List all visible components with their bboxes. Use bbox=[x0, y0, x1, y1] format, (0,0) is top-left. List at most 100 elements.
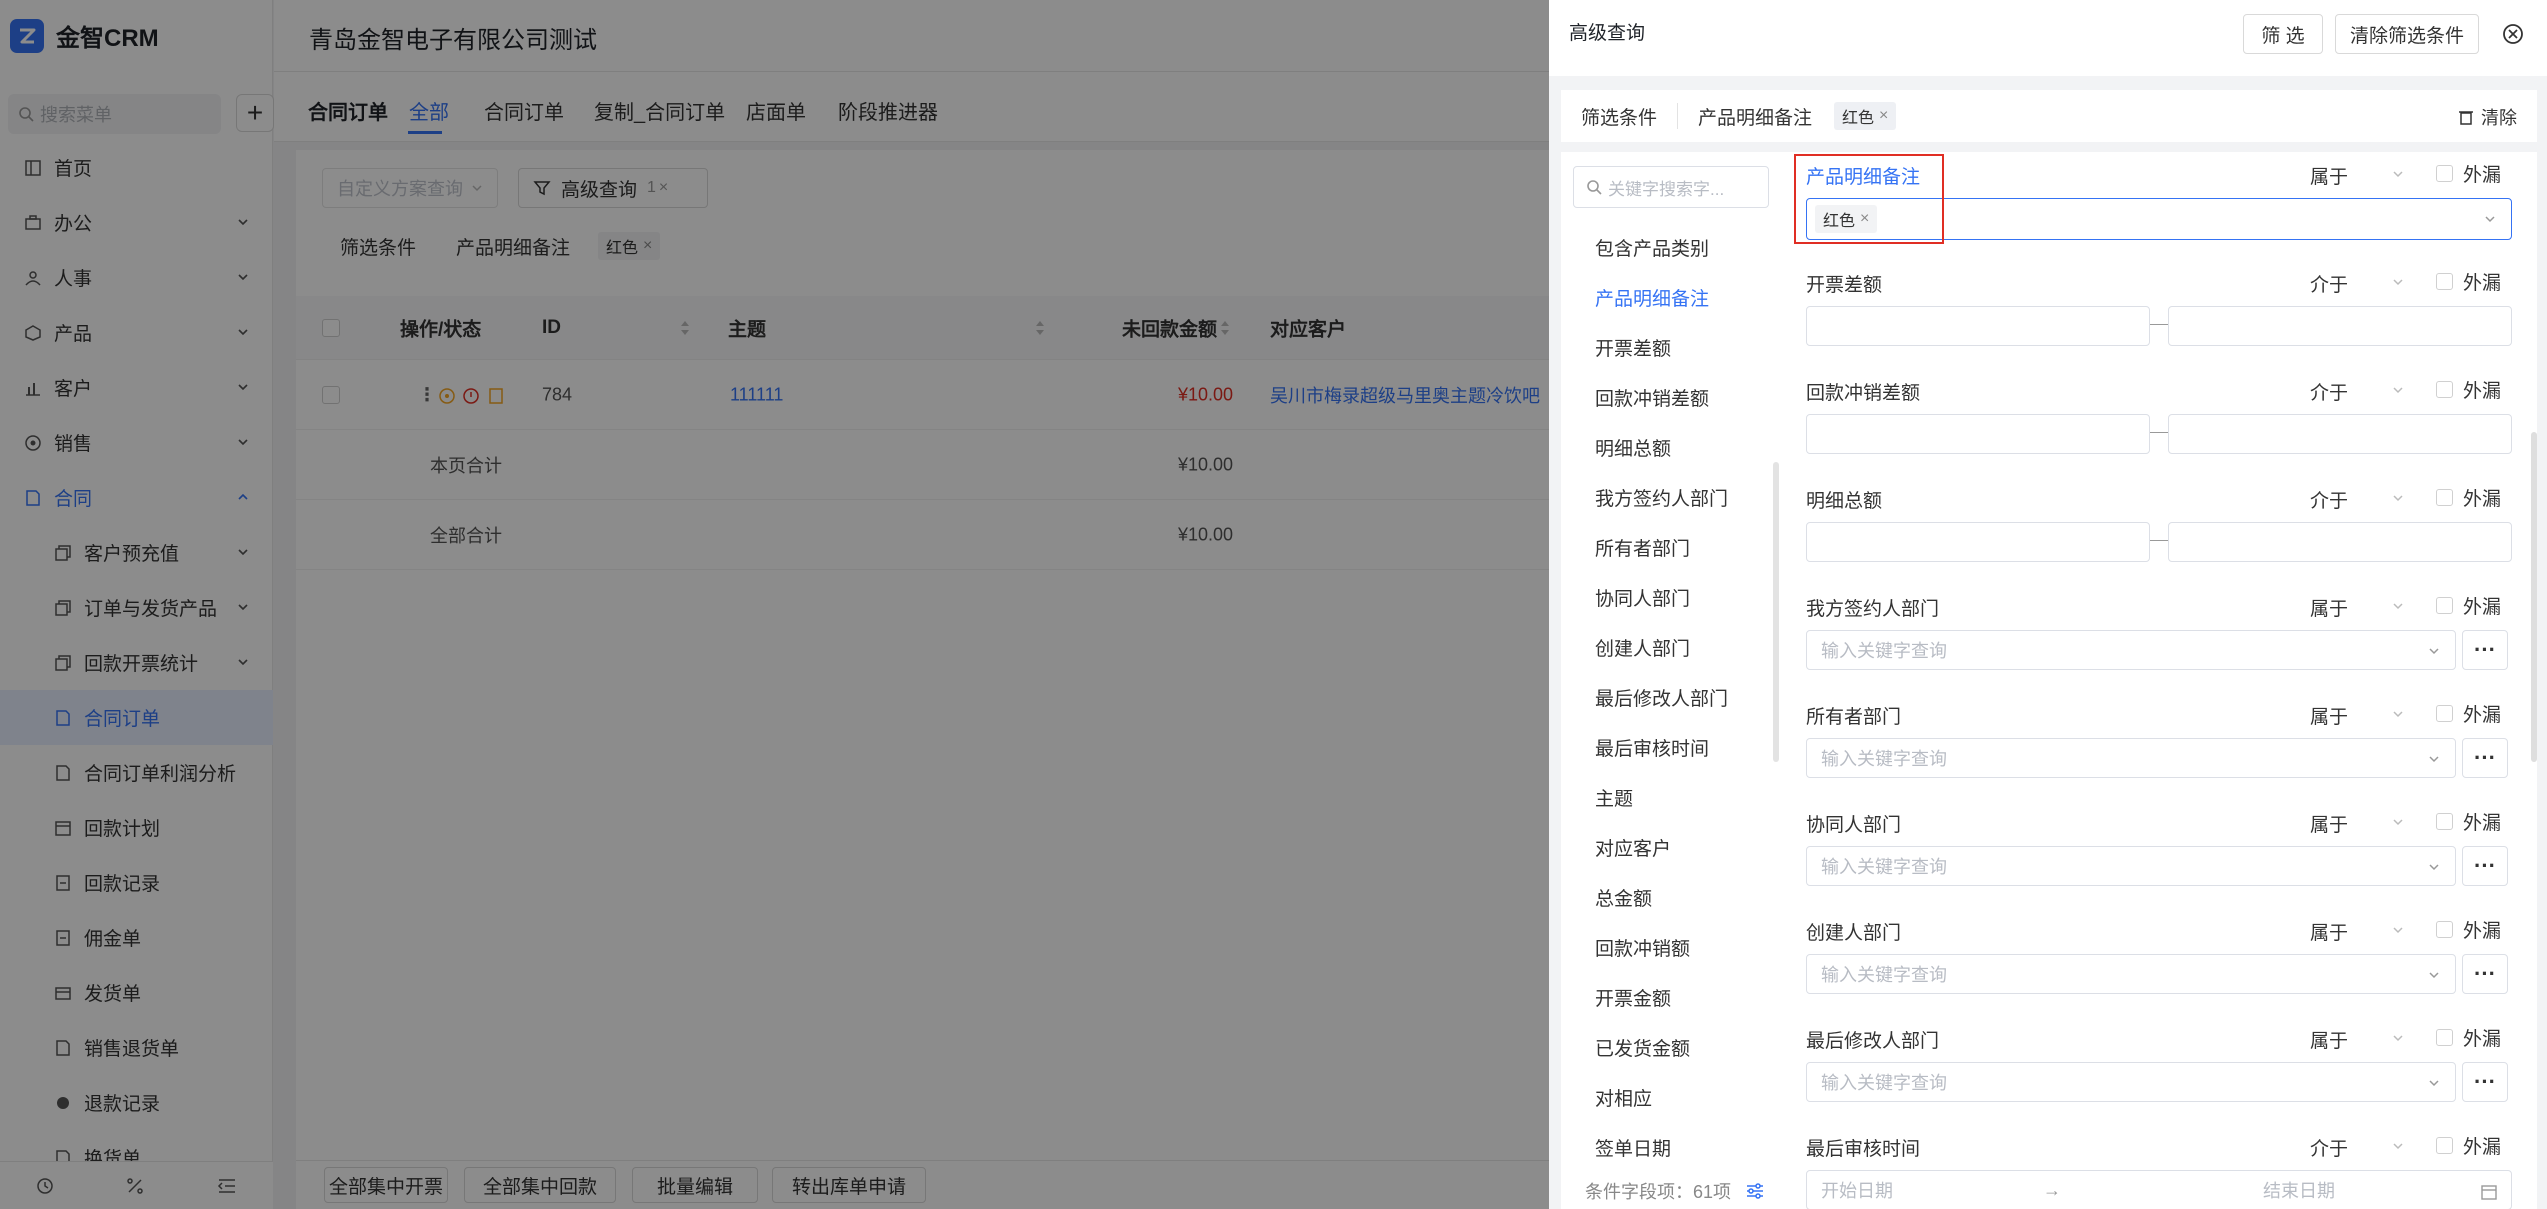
operator-select[interactable]: 介于 bbox=[2310, 1134, 2410, 1161]
field-item[interactable]: 包含产品类别 bbox=[1561, 222, 1791, 272]
chevron-down-icon bbox=[2393, 711, 2403, 718]
range-min-input[interactable] bbox=[1806, 522, 2150, 562]
operator-value: 属于 bbox=[2310, 167, 2349, 188]
field-item[interactable]: 回款冲销差额 bbox=[1561, 372, 1791, 422]
operator-select[interactable]: 属于 bbox=[2310, 162, 2410, 189]
operator-select[interactable]: 属于 bbox=[2310, 594, 2410, 621]
field-item[interactable]: 已发货金额 bbox=[1561, 1022, 1791, 1072]
chevron-down-icon bbox=[2485, 216, 2495, 223]
condition-label: 协同人部门 bbox=[1806, 815, 1902, 836]
drawer-title: 高级查询 bbox=[1569, 23, 1646, 44]
filter-button[interactable]: 筛 选 bbox=[2243, 14, 2323, 54]
remove-tag-icon[interactable]: × bbox=[1879, 107, 1888, 125]
chevron-down-icon bbox=[2429, 864, 2439, 871]
clear-conditions-button[interactable]: 清除 bbox=[2457, 104, 2517, 130]
dept-select-input[interactable]: 输入关键字查询 bbox=[1806, 1062, 2456, 1102]
range-max-input[interactable] bbox=[2168, 414, 2512, 454]
dept-select-input[interactable]: 输入关键字查询 bbox=[1806, 846, 2456, 886]
field-search-placeholder: 关键字搜索字... bbox=[1608, 179, 1725, 199]
end-date-placeholder: 结束日期 bbox=[2263, 1181, 2335, 1201]
dept-select-input[interactable]: 输入关键字查询 bbox=[1806, 738, 2456, 778]
range-max-input[interactable] bbox=[2168, 306, 2512, 346]
external-toggle[interactable]: 外漏 bbox=[2436, 160, 2501, 187]
external-label: 外漏 bbox=[2463, 273, 2502, 294]
field-item[interactable]: 主题 bbox=[1561, 772, 1791, 822]
operator-value: 属于 bbox=[2310, 923, 2349, 944]
condition-collaborator-dept: 协同人部门 属于 外漏 输入关键字查询 ··· bbox=[1806, 806, 2516, 906]
field-item[interactable]: 对相应 bbox=[1561, 1072, 1791, 1122]
operator-select[interactable]: 介于 bbox=[2310, 270, 2410, 297]
drawer-condition-tag-label: 红色 bbox=[1842, 110, 1875, 127]
operator-value: 介于 bbox=[2310, 491, 2349, 512]
more-options-button[interactable]: ··· bbox=[2462, 1062, 2508, 1102]
range-dash bbox=[2150, 540, 2168, 541]
field-item[interactable]: 回款冲销额 bbox=[1561, 922, 1791, 972]
operator-value: 属于 bbox=[2310, 707, 2349, 728]
external-toggle[interactable]: 外漏 bbox=[2436, 700, 2501, 727]
divider bbox=[1677, 103, 1679, 129]
dept-select-input[interactable]: 输入关键字查询 bbox=[1806, 630, 2456, 670]
chevron-down-icon bbox=[2393, 495, 2403, 502]
operator-select[interactable]: 属于 bbox=[2310, 918, 2410, 945]
condition-label: 最后审核时间 bbox=[1806, 1139, 1921, 1160]
field-item[interactable]: 总金额 bbox=[1561, 872, 1791, 922]
range-min-input[interactable] bbox=[1806, 306, 2150, 346]
external-label: 外漏 bbox=[2463, 381, 2502, 402]
field-item[interactable]: 最后审核时间 bbox=[1561, 722, 1791, 772]
range-min-input[interactable] bbox=[1806, 414, 2150, 454]
operator-value: 介于 bbox=[2310, 1139, 2349, 1160]
range-max-input[interactable] bbox=[2168, 522, 2512, 562]
more-options-button[interactable]: ··· bbox=[2462, 954, 2508, 994]
condition-last-modifier-dept: 最后修改人部门 属于 外漏 输入关键字查询 ··· bbox=[1806, 1022, 2516, 1122]
condition-panel-scrollbar[interactable] bbox=[2531, 432, 2537, 762]
advanced-query-drawer: 高级查询 筛 选 清除筛选条件 筛选条件 产品明细备注 红色 × 清除 关键字搜… bbox=[1549, 0, 2547, 1209]
external-toggle[interactable]: 外漏 bbox=[2436, 1024, 2501, 1051]
more-options-button[interactable]: ··· bbox=[2462, 738, 2508, 778]
drawer-condition-tag[interactable]: 红色 × bbox=[1834, 102, 1897, 130]
operator-select[interactable]: 介于 bbox=[2310, 486, 2410, 513]
field-item[interactable]: 签单日期 bbox=[1561, 1122, 1791, 1172]
chevron-down-icon bbox=[2393, 603, 2403, 610]
condition-label: 所有者部门 bbox=[1806, 707, 1902, 728]
external-toggle[interactable]: 外漏 bbox=[2436, 916, 2501, 943]
dept-select-input[interactable]: 输入关键字查询 bbox=[1806, 954, 2456, 994]
operator-select[interactable]: 属于 bbox=[2310, 702, 2410, 729]
field-item[interactable]: 开票金额 bbox=[1561, 972, 1791, 1022]
operator-value: 属于 bbox=[2310, 599, 2349, 620]
external-toggle[interactable]: 外漏 bbox=[2436, 1132, 2501, 1159]
field-item[interactable]: 开票差额 bbox=[1561, 322, 1791, 372]
chevron-down-icon bbox=[2429, 648, 2439, 655]
external-toggle[interactable]: 外漏 bbox=[2436, 808, 2501, 835]
operator-select[interactable]: 属于 bbox=[2310, 1026, 2410, 1053]
external-toggle[interactable]: 外漏 bbox=[2436, 376, 2501, 403]
settings-sliders-icon[interactable] bbox=[1745, 1182, 1765, 1200]
external-toggle[interactable]: 外漏 bbox=[2436, 268, 2501, 295]
field-item[interactable]: 最后修改人部门 bbox=[1561, 672, 1791, 722]
modal-overlay[interactable] bbox=[0, 0, 1549, 1209]
more-options-button[interactable]: ··· bbox=[2462, 630, 2508, 670]
operator-value: 介于 bbox=[2310, 275, 2349, 296]
external-toggle[interactable]: 外漏 bbox=[2436, 484, 2501, 511]
clear-filter-button[interactable]: 清除筛选条件 bbox=[2335, 14, 2479, 54]
date-range-picker[interactable]: 开始日期 → 结束日期 bbox=[1806, 1170, 2512, 1209]
field-item[interactable]: 创建人部门 bbox=[1561, 622, 1791, 672]
more-options-button[interactable]: ··· bbox=[2462, 846, 2508, 886]
dept-select-placeholder: 输入关键字查询 bbox=[1821, 1073, 1947, 1093]
external-toggle[interactable]: 外漏 bbox=[2436, 592, 2501, 619]
field-item[interactable]: 对应客户 bbox=[1561, 822, 1791, 872]
field-item[interactable]: 明细总额 bbox=[1561, 422, 1791, 472]
field-search-input[interactable]: 关键字搜索字... bbox=[1573, 166, 1769, 208]
close-icon[interactable] bbox=[2501, 22, 2525, 46]
condition-last-review-time: 最后审核时间 介于 外漏 开始日期 → 结束日期 bbox=[1806, 1130, 2516, 1209]
field-item[interactable]: 所有者部门 bbox=[1561, 522, 1791, 572]
range-arrow: → bbox=[2043, 1179, 2061, 1200]
operator-select[interactable]: 属于 bbox=[2310, 810, 2410, 837]
field-item[interactable]: 协同人部门 bbox=[1561, 572, 1791, 622]
field-list-scrollbar[interactable] bbox=[1773, 462, 1779, 762]
operator-value: 属于 bbox=[2310, 1031, 2349, 1052]
operator-select[interactable]: 介于 bbox=[2310, 378, 2410, 405]
field-item[interactable]: 我方签约人部门 bbox=[1561, 472, 1791, 522]
operator-value: 属于 bbox=[2310, 815, 2349, 836]
field-item-active[interactable]: 产品明细备注 bbox=[1561, 272, 1791, 322]
clear-label: 清除 bbox=[2481, 108, 2517, 128]
